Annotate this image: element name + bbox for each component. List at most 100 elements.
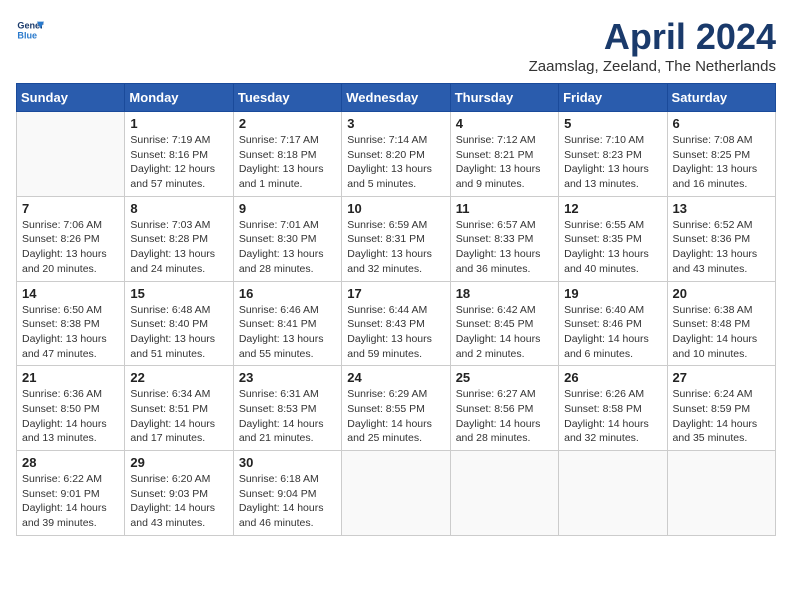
day-number: 20 <box>673 286 770 301</box>
day-number: 2 <box>239 116 336 131</box>
day-number: 8 <box>130 201 227 216</box>
day-info: Sunrise: 6:55 AMSunset: 8:35 PMDaylight:… <box>564 218 661 277</box>
day-number: 7 <box>22 201 119 216</box>
day-number: 18 <box>456 286 553 301</box>
calendar-cell: 22 Sunrise: 6:34 AMSunset: 8:51 PMDayligh… <box>125 366 233 451</box>
calendar-cell: 27 Sunrise: 6:24 AMSunset: 8:59 PMDayligh… <box>667 366 775 451</box>
day-number: 26 <box>564 370 661 385</box>
day-info: Sunrise: 7:19 AMSunset: 8:16 PMDaylight:… <box>130 133 227 192</box>
day-info: Sunrise: 7:10 AMSunset: 8:23 PMDaylight:… <box>564 133 661 192</box>
calendar-cell: 25 Sunrise: 6:27 AMSunset: 8:56 PMDayligh… <box>450 366 558 451</box>
day-info: Sunrise: 6:50 AMSunset: 8:38 PMDaylight:… <box>22 303 119 362</box>
calendar-cell: 30Sunrise: 6:18 AMSunset: 9:04 PMDayligh… <box>233 451 341 536</box>
day-number: 15 <box>130 286 227 301</box>
weekday-header-sunday: Sunday <box>17 84 125 112</box>
page-header: General Blue April 2024 Zaamslag, Zeelan… <box>16 16 776 75</box>
day-info: Sunrise: 6:59 AMSunset: 8:31 PMDaylight:… <box>347 218 444 277</box>
calendar-cell: 9Sunrise: 7:01 AMSunset: 8:30 PMDaylight… <box>233 196 341 281</box>
day-number: 12 <box>564 201 661 216</box>
day-info: Sunrise: 6:36 AMSunset: 8:50 PMDaylight:… <box>22 387 119 446</box>
day-info: Sunrise: 6:52 AMSunset: 8:36 PMDaylight:… <box>673 218 770 277</box>
calendar-cell: 21 Sunrise: 6:36 AMSunset: 8:50 PMDayligh… <box>17 366 125 451</box>
week-row-5: 28 Sunrise: 6:22 AMSunset: 9:01 PMDayligh… <box>17 451 776 536</box>
day-info: Sunrise: 7:06 AMSunset: 8:26 PMDaylight:… <box>22 218 119 277</box>
calendar-cell: 3Sunrise: 7:14 AMSunset: 8:20 PMDaylight… <box>342 112 450 197</box>
day-number: 19 <box>564 286 661 301</box>
calendar-cell: 29 Sunrise: 6:20 AMSunset: 9:03 PMDayligh… <box>125 451 233 536</box>
title-block: April 2024 Zaamslag, Zeeland, The Nether… <box>529 16 776 75</box>
day-number: 30 <box>239 455 336 470</box>
weekday-header-wednesday: Wednesday <box>342 84 450 112</box>
location: Zaamslag, Zeeland, The Netherlands <box>529 58 776 75</box>
day-number: 10 <box>347 201 444 216</box>
day-number: 28 <box>22 455 119 470</box>
day-info: Sunrise: 6:27 AMSunset: 8:56 PMDaylight:… <box>456 387 553 446</box>
day-info: Sunrise: 6:29 AMSunset: 8:55 PMDaylight:… <box>347 387 444 446</box>
calendar-cell: 16 Sunrise: 6:46 AMSunset: 8:41 PMDayligh… <box>233 281 341 366</box>
calendar-cell: 19 Sunrise: 6:40 AMSunset: 8:46 PMDayligh… <box>559 281 667 366</box>
calendar-cell <box>17 112 125 197</box>
day-number: 29 <box>130 455 227 470</box>
calendar-cell: 6Sunrise: 7:08 AMSunset: 8:25 PMDaylight… <box>667 112 775 197</box>
calendar-cell: 23 Sunrise: 6:31 AMSunset: 8:53 PMDayligh… <box>233 366 341 451</box>
calendar-cell <box>667 451 775 536</box>
day-number: 24 <box>347 370 444 385</box>
week-row-1: 1 Sunrise: 7:19 AMSunset: 8:16 PMDaylight… <box>17 112 776 197</box>
weekday-header-friday: Friday <box>559 84 667 112</box>
day-info: Sunrise: 6:44 AMSunset: 8:43 PMDaylight:… <box>347 303 444 362</box>
day-info: Sunrise: 6:57 AMSunset: 8:33 PMDaylight:… <box>456 218 553 277</box>
day-number: 23 <box>239 370 336 385</box>
day-number: 16 <box>239 286 336 301</box>
calendar-cell: 10 Sunrise: 6:59 AMSunset: 8:31 PMDayligh… <box>342 196 450 281</box>
day-number: 11 <box>456 201 553 216</box>
weekday-header-thursday: Thursday <box>450 84 558 112</box>
calendar-cell <box>559 451 667 536</box>
calendar-table: SundayMondayTuesdayWednesdayThursdayFrid… <box>16 83 776 536</box>
weekday-header-tuesday: Tuesday <box>233 84 341 112</box>
logo-icon: General Blue <box>16 16 44 44</box>
svg-text:Blue: Blue <box>17 30 37 40</box>
day-info: Sunrise: 6:24 AMSunset: 8:59 PMDaylight:… <box>673 387 770 446</box>
day-info: Sunrise: 7:14 AMSunset: 8:20 PMDaylight:… <box>347 133 444 192</box>
day-info: Sunrise: 6:38 AMSunset: 8:48 PMDaylight:… <box>673 303 770 362</box>
day-number: 27 <box>673 370 770 385</box>
day-number: 4 <box>456 116 553 131</box>
day-info: Sunrise: 7:17 AMSunset: 8:18 PMDaylight:… <box>239 133 336 192</box>
logo: General Blue <box>16 16 44 44</box>
day-info: Sunrise: 6:20 AMSunset: 9:03 PMDaylight:… <box>130 472 227 531</box>
calendar-cell: 7 Sunrise: 7:06 AMSunset: 8:26 PMDaylight… <box>17 196 125 281</box>
calendar-cell: 12 Sunrise: 6:55 AMSunset: 8:35 PMDayligh… <box>559 196 667 281</box>
weekday-header-saturday: Saturday <box>667 84 775 112</box>
day-number: 1 <box>130 116 227 131</box>
calendar-cell: 28 Sunrise: 6:22 AMSunset: 9:01 PMDayligh… <box>17 451 125 536</box>
day-info: Sunrise: 6:34 AMSunset: 8:51 PMDaylight:… <box>130 387 227 446</box>
day-info: Sunrise: 6:31 AMSunset: 8:53 PMDaylight:… <box>239 387 336 446</box>
calendar-cell: 26 Sunrise: 6:26 AMSunset: 8:58 PMDayligh… <box>559 366 667 451</box>
calendar-cell: 18Sunrise: 6:42 AMSunset: 8:45 PMDayligh… <box>450 281 558 366</box>
calendar-cell: 24 Sunrise: 6:29 AMSunset: 8:55 PMDayligh… <box>342 366 450 451</box>
calendar-cell: 8 Sunrise: 7:03 AMSunset: 8:28 PMDaylight… <box>125 196 233 281</box>
calendar-cell: 5 Sunrise: 7:10 AMSunset: 8:23 PMDaylight… <box>559 112 667 197</box>
weekday-header-row: SundayMondayTuesdayWednesdayThursdayFrid… <box>17 84 776 112</box>
calendar-cell: 15 Sunrise: 6:48 AMSunset: 8:40 PMDayligh… <box>125 281 233 366</box>
calendar-cell <box>450 451 558 536</box>
day-number: 22 <box>130 370 227 385</box>
day-number: 5 <box>564 116 661 131</box>
day-number: 25 <box>456 370 553 385</box>
day-info: Sunrise: 6:22 AMSunset: 9:01 PMDaylight:… <box>22 472 119 531</box>
calendar-cell: 4 Sunrise: 7:12 AMSunset: 8:21 PMDaylight… <box>450 112 558 197</box>
day-info: Sunrise: 6:48 AMSunset: 8:40 PMDaylight:… <box>130 303 227 362</box>
day-info: Sunrise: 7:03 AMSunset: 8:28 PMDaylight:… <box>130 218 227 277</box>
week-row-4: 21 Sunrise: 6:36 AMSunset: 8:50 PMDayligh… <box>17 366 776 451</box>
day-info: Sunrise: 6:26 AMSunset: 8:58 PMDaylight:… <box>564 387 661 446</box>
calendar-cell: 11 Sunrise: 6:57 AMSunset: 8:33 PMDayligh… <box>450 196 558 281</box>
calendar-cell: 1 Sunrise: 7:19 AMSunset: 8:16 PMDaylight… <box>125 112 233 197</box>
calendar-cell: 17Sunrise: 6:44 AMSunset: 8:43 PMDayligh… <box>342 281 450 366</box>
day-info: Sunrise: 6:40 AMSunset: 8:46 PMDaylight:… <box>564 303 661 362</box>
day-info: Sunrise: 7:08 AMSunset: 8:25 PMDaylight:… <box>673 133 770 192</box>
day-number: 21 <box>22 370 119 385</box>
day-info: Sunrise: 6:46 AMSunset: 8:41 PMDaylight:… <box>239 303 336 362</box>
day-number: 13 <box>673 201 770 216</box>
calendar-cell <box>342 451 450 536</box>
day-info: Sunrise: 7:12 AMSunset: 8:21 PMDaylight:… <box>456 133 553 192</box>
